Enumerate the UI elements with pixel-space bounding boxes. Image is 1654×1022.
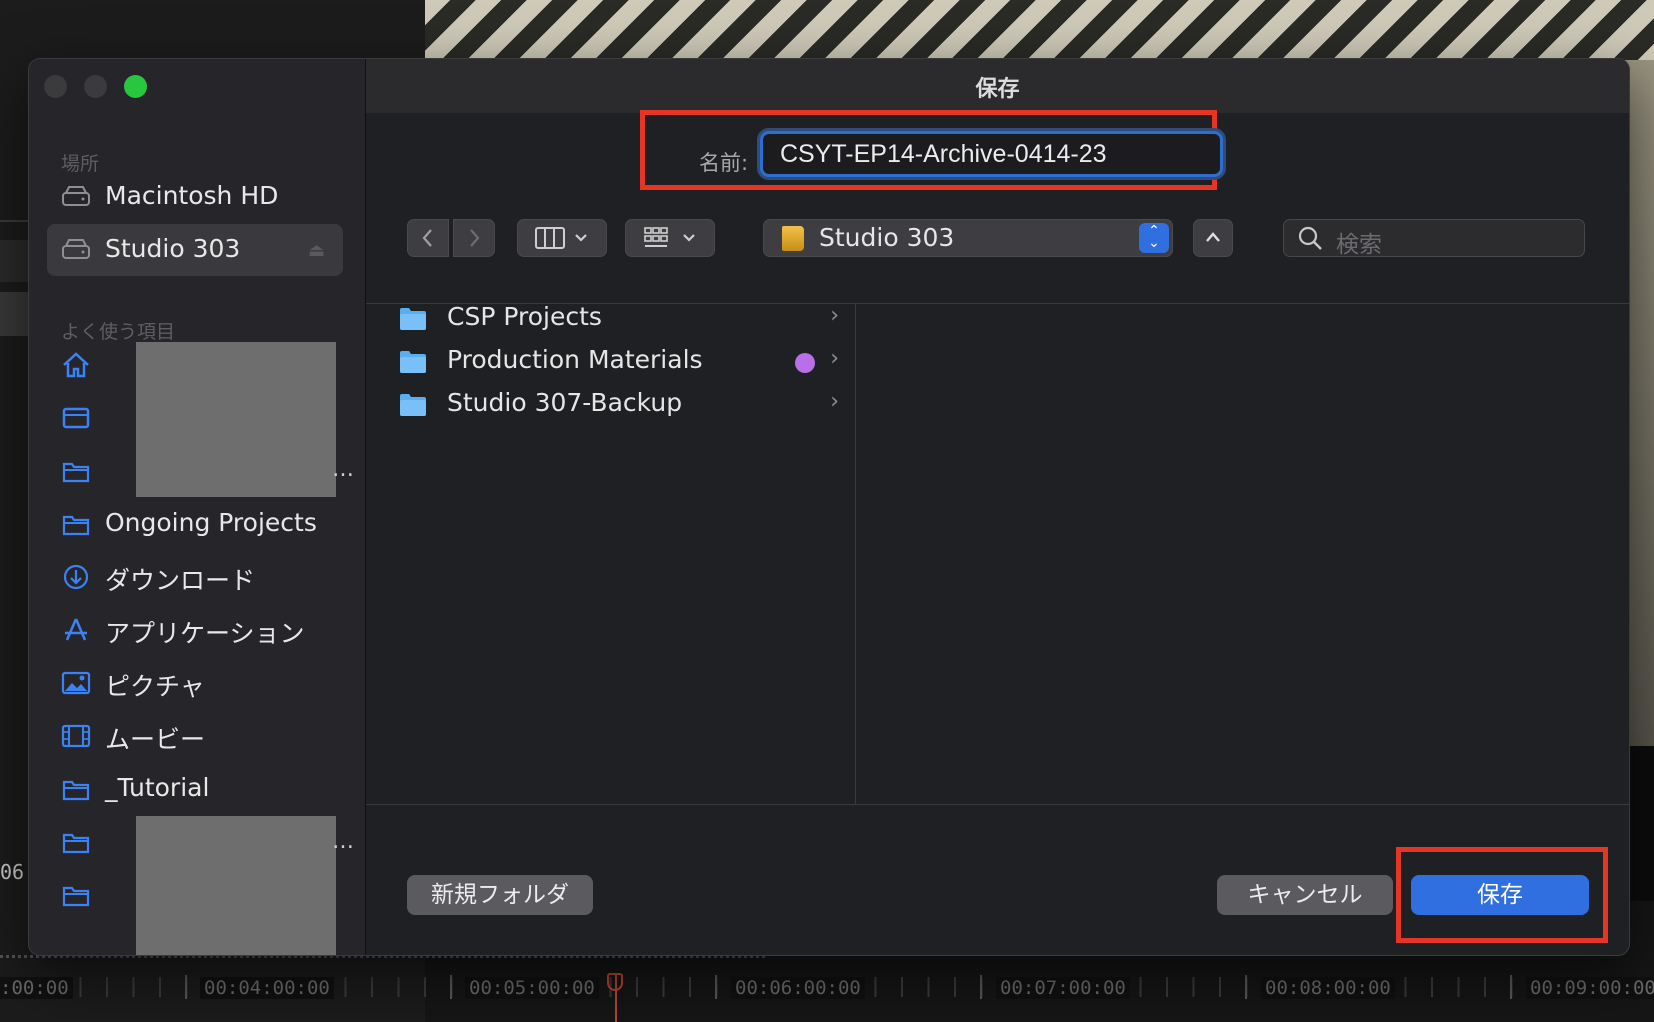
timeline-major-tick	[185, 975, 187, 999]
timeline-label: 00:04:00:00	[200, 977, 334, 999]
file-name: Production Materials	[447, 345, 703, 374]
external-disk-icon	[782, 226, 804, 251]
dialog-title: 保存	[975, 77, 1020, 102]
applications-icon	[65, 618, 87, 641]
folder-icon	[62, 886, 90, 907]
timeline-label: 00:05:00:00	[465, 977, 599, 999]
sidebar-item-applications[interactable]: アプリケーション	[47, 604, 343, 656]
chevron-right-icon: ›	[830, 389, 839, 414]
timeline-major-tick	[1510, 975, 1512, 999]
new-folder-button[interactable]: 新規フォルダ	[407, 875, 593, 915]
save-dialog: 場所 Macintosh HD Studio 303 ⏏ よく使う項目 … On…	[28, 58, 1630, 956]
download-icon	[63, 564, 89, 590]
sidebar-item-ongoing-projects[interactable]: Ongoing Projects	[47, 498, 343, 550]
sidebar-item-downloads[interactable]: ダウンロード	[47, 551, 343, 603]
group-button[interactable]	[625, 219, 715, 257]
background-track	[0, 240, 28, 282]
location-popup[interactable]: Studio 303 ⌃ ⌄	[763, 219, 1173, 257]
background-divider	[0, 220, 28, 222]
redacted-block	[136, 816, 336, 955]
sidebar-item-movies[interactable]: ムービー	[47, 710, 343, 762]
folder-icon	[400, 394, 426, 416]
location-label: Studio 303	[819, 223, 955, 252]
sidebar-item-label: ダウンロード	[105, 566, 256, 595]
name-label: 名前:	[699, 151, 749, 175]
search-placeholder: 検索	[1336, 232, 1382, 258]
chevron-right-icon	[470, 229, 480, 247]
forward-button[interactable]	[453, 219, 495, 257]
timeline-dotted-range	[0, 955, 765, 964]
folder-icon	[62, 833, 90, 854]
sidebar-item-label: Macintosh HD	[105, 181, 279, 210]
close-window-button[interactable]	[44, 75, 67, 98]
timeline-label: 00:07:00:00	[996, 977, 1130, 999]
truncation-ellipsis: …	[332, 829, 354, 854]
timeline-label: 00:08:00:00	[1261, 977, 1395, 999]
folder-icon	[400, 351, 426, 373]
film-icon	[61, 724, 91, 748]
home-icon	[63, 352, 89, 378]
timeline-label: 00:06:00:00	[731, 977, 865, 999]
zoom-window-button[interactable]	[124, 75, 147, 98]
chevron-left-icon	[422, 229, 432, 247]
sidebar-item-studio-303[interactable]: Studio 303 ⏏	[47, 224, 343, 276]
back-button[interactable]	[407, 219, 449, 257]
photo-icon	[61, 671, 91, 695]
columns-view-icon	[535, 227, 587, 249]
timeline-major-tick	[450, 975, 452, 999]
background-video-preview	[425, 0, 1654, 62]
sidebar-item-label: Ongoing Projects	[105, 508, 317, 537]
sidebar-item-label: ムービー	[105, 725, 206, 754]
disk-icon	[62, 186, 90, 206]
purple-tag-dot	[795, 353, 815, 373]
folder-icon	[62, 780, 90, 801]
chevron-up-icon	[1206, 232, 1220, 242]
eject-icon[interactable]: ⏏	[308, 240, 325, 261]
disk-icon	[62, 239, 90, 259]
folder-icon	[62, 462, 90, 483]
folder-icon	[400, 308, 426, 330]
sidebar-item-label: Studio 303	[105, 234, 241, 263]
sidebar-item-tutorial[interactable]: _Tutorial	[47, 763, 343, 815]
sidebar-item-macintosh-hd[interactable]: Macintosh HD	[47, 171, 343, 223]
file-row[interactable]: Studio 307-Backup ›	[399, 385, 839, 425]
grid-group-icon	[644, 227, 695, 247]
sidebar-item-pictures[interactable]: ピクチャ	[47, 657, 343, 709]
background-timeline: :00:00 00:04:00:00 00:05:00:00 00:06:00:…	[0, 955, 1654, 1022]
divider	[366, 804, 1629, 805]
timeline-major-tick	[715, 975, 717, 999]
filename-input[interactable]: CSYT-EP14-Archive-0414-23	[760, 131, 1223, 177]
redacted-block	[136, 342, 336, 497]
file-row[interactable]: Production Materials ›	[399, 342, 839, 382]
file-name: CSP Projects	[447, 302, 602, 331]
sidebar-item-label: _Tutorial	[105, 773, 210, 802]
column-divider[interactable]	[855, 304, 856, 804]
truncation-ellipsis: …	[332, 457, 354, 482]
file-row[interactable]: CSP Projects ›	[399, 299, 839, 339]
cancel-button[interactable]: キャンセル	[1217, 875, 1393, 915]
minimize-window-button[interactable]	[84, 75, 107, 98]
timeline-major-tick	[1245, 975, 1247, 999]
timeline-label: 00:09:00:00	[1526, 977, 1654, 999]
timeline-label: :00:00	[0, 977, 73, 999]
highlight-box	[1396, 847, 1608, 943]
playhead-handle[interactable]	[607, 973, 623, 991]
sidebar-item-label: ピクチャ	[105, 672, 205, 701]
background-track	[0, 292, 28, 336]
search-icon	[1298, 226, 1322, 250]
folder-icon	[62, 515, 90, 536]
collapse-button[interactable]	[1193, 219, 1233, 257]
sidebar: 場所 Macintosh HD Studio 303 ⏏ よく使う項目 … On…	[29, 59, 366, 955]
view-mode-button[interactable]	[517, 219, 607, 257]
chevron-right-icon: ›	[830, 303, 839, 328]
desktop-icon	[62, 407, 90, 429]
timeline-major-tick	[980, 975, 982, 999]
chevron-right-icon: ›	[830, 346, 839, 371]
file-name: Studio 307-Backup	[447, 388, 683, 417]
search-field[interactable]: 検索	[1283, 219, 1585, 258]
updown-chevron-icon: ⌃ ⌄	[1139, 223, 1169, 253]
sidebar-item-label: アプリケーション	[105, 619, 305, 648]
